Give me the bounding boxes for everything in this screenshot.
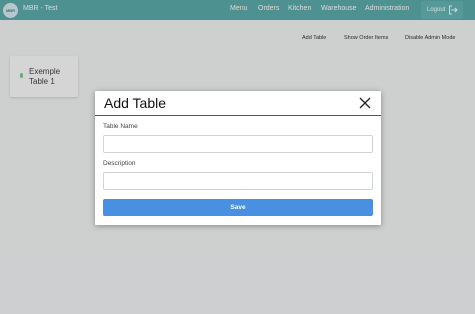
dialog-header: Add Table xyxy=(95,91,381,116)
description-input[interactable] xyxy=(103,172,373,190)
description-label: Description xyxy=(103,160,136,167)
close-icon[interactable] xyxy=(359,97,371,109)
table-name-input[interactable] xyxy=(103,135,373,153)
add-table-dialog: Add Table Table Name Description Save xyxy=(95,91,381,225)
table-name-label: Table Name xyxy=(103,123,138,130)
dialog-title: Add Table xyxy=(104,95,167,111)
save-button[interactable]: Save xyxy=(103,199,373,216)
